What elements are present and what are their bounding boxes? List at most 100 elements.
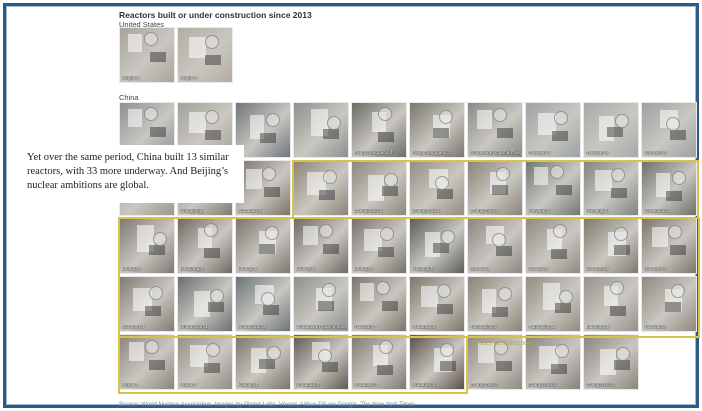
reactor-name-label: Shidaowan Guohe One 1: [470, 151, 520, 156]
terrain-shape: [259, 244, 275, 254]
terrain-shape: [318, 349, 332, 363]
terrain-shape: [264, 187, 280, 197]
reactor-name-label: Xudabao 1: [238, 209, 262, 214]
terrain-shape: [128, 34, 142, 52]
terrain-shape: [319, 190, 335, 200]
terrain-shape: [322, 283, 336, 297]
reactor-satellite-tile: Shidaowan Guohe One 2: [293, 276, 349, 332]
terrain-shape: [382, 186, 398, 196]
reactor-satellite-tile: Haiyang 5: [409, 218, 465, 274]
terrain-shape: [149, 360, 165, 370]
reactor-satellite-tile: Tianwan 7: [351, 276, 407, 332]
reactor-satellite-tile: Sanmen 5: [583, 218, 639, 274]
terrain-shape: [380, 227, 394, 241]
terrain-shape: [323, 244, 339, 254]
reactor-name-label: Zhangzhou 2: [354, 209, 383, 214]
reactor-name-label: Xiapu 1: [122, 383, 139, 388]
terrain-shape: [672, 171, 686, 185]
terrain-shape: [668, 225, 682, 239]
reactor-satellite-tile: Lufeng 6: [293, 218, 349, 274]
terrain-shape: [150, 127, 166, 137]
terrain-shape: [149, 245, 165, 255]
terrain-shape: [437, 189, 453, 199]
reactor-satellite-tile: Kaiping 1: [235, 334, 291, 390]
terrain-shape: [378, 132, 394, 142]
terrain-shape: [260, 133, 276, 143]
terrain-shape: [652, 227, 668, 247]
reactor-name-label: Shidaowan 2: [238, 325, 266, 330]
terrain-shape: [551, 249, 567, 259]
reactor-satellite-tile: Lufeng 5: [119, 218, 175, 274]
terrain-shape: [378, 107, 392, 121]
terrain-shape: [149, 286, 163, 300]
terrain-shape: [665, 302, 681, 312]
terrain-shape: [607, 127, 623, 137]
terrain-shape: [610, 306, 626, 316]
reactor-satellite-tile: Fangchenggang 3: [409, 102, 465, 158]
reactor-name-label: Tianwan 5: [586, 151, 608, 156]
reactor-name-label: Haiyang 5: [412, 267, 434, 272]
terrain-shape: [666, 117, 680, 131]
reactor-satellite-tile: Tianwan 5: [583, 102, 639, 158]
reactor-name-label: Lianjiang 2: [180, 267, 204, 272]
terrain-shape: [128, 109, 142, 127]
terrain-shape: [595, 170, 612, 191]
terrain-shape: [666, 191, 682, 201]
terrain-shape: [379, 340, 393, 354]
terrain-shape: [437, 304, 453, 314]
reactor-satellite-tile: Taipingling 1: [525, 276, 581, 332]
terrain-shape: [550, 165, 564, 179]
terrain-shape: [377, 365, 393, 375]
terrain-shape: [671, 284, 685, 298]
terrain-shape: [435, 176, 449, 190]
reactor-name-label: Lufeng 3: [354, 267, 373, 272]
reactor-satellite-tile: Vogtle 3: [119, 27, 175, 83]
reactor-satellite-tile: Shidaowan 1: [177, 276, 233, 332]
terrain-shape: [144, 107, 158, 121]
terrain-shape: [559, 290, 573, 304]
terrain-shape: [150, 52, 166, 62]
reactor-satellite-tile: Xudabao 2: [409, 276, 465, 332]
reactor-satellite-tile: Lufeng 2: [235, 218, 291, 274]
reactor-name-label: Shidaowan Guohe One 2: [296, 325, 346, 330]
terrain-shape: [210, 289, 224, 303]
reactor-satellite-tile: Shidaowan Guohe One 1: [467, 102, 523, 158]
reactor-satellite-tile: Zhangzhou 5: [525, 334, 581, 390]
terrain-shape: [492, 185, 508, 195]
reactor-name-label: Zhangzhou 6: [586, 383, 615, 388]
terrain-shape: [554, 111, 568, 125]
terrain-shape: [267, 346, 281, 360]
reactor-name-label: Fangchenggang 3: [412, 151, 451, 156]
terrain-shape: [206, 343, 220, 357]
terrain-shape: [615, 114, 629, 128]
reactor-name-label: Taipingling 2: [470, 325, 497, 330]
reactor-satellite-tile: Lufeng 3: [351, 218, 407, 274]
terrain-shape: [534, 167, 548, 185]
reactor-satellite-tile: Zhangzhou 2: [351, 160, 407, 216]
terrain-shape: [259, 359, 275, 369]
terrain-shape: [610, 281, 624, 295]
terrain-shape: [611, 188, 627, 198]
terrain-shape: [614, 360, 630, 370]
terrain-shape: [496, 246, 512, 256]
terrain-shape: [205, 35, 219, 49]
terrain-shape: [318, 301, 334, 311]
reactor-satellite-tile: San-ao 1: [467, 218, 523, 274]
reactor-name-label: Zhangzhou 1: [412, 209, 441, 214]
terrain-shape: [204, 223, 218, 237]
terrain-shape: [614, 245, 630, 255]
reactor-name-label: Sanmen 5: [586, 267, 608, 272]
terrain-shape: [440, 343, 454, 357]
reactor-name-label: Xudabao 4: [354, 383, 378, 388]
reactor-satellite-tile: Sanmen 6: [641, 102, 697, 158]
reactor-name-label: Xudabao 5: [412, 383, 436, 388]
terrain-shape: [205, 110, 219, 124]
reactor-name-label: Lufeng 6: [296, 267, 315, 272]
reactor-satellite-tile: [293, 160, 349, 216]
terrain-shape: [477, 110, 492, 129]
reactor-satellite-tile: San-ao 2: [525, 218, 581, 274]
terrain-shape: [384, 173, 398, 187]
terrain-shape: [553, 224, 567, 238]
reactor-satellite-tile: Xiapu 2: [177, 334, 233, 390]
terrain-shape: [614, 227, 628, 241]
